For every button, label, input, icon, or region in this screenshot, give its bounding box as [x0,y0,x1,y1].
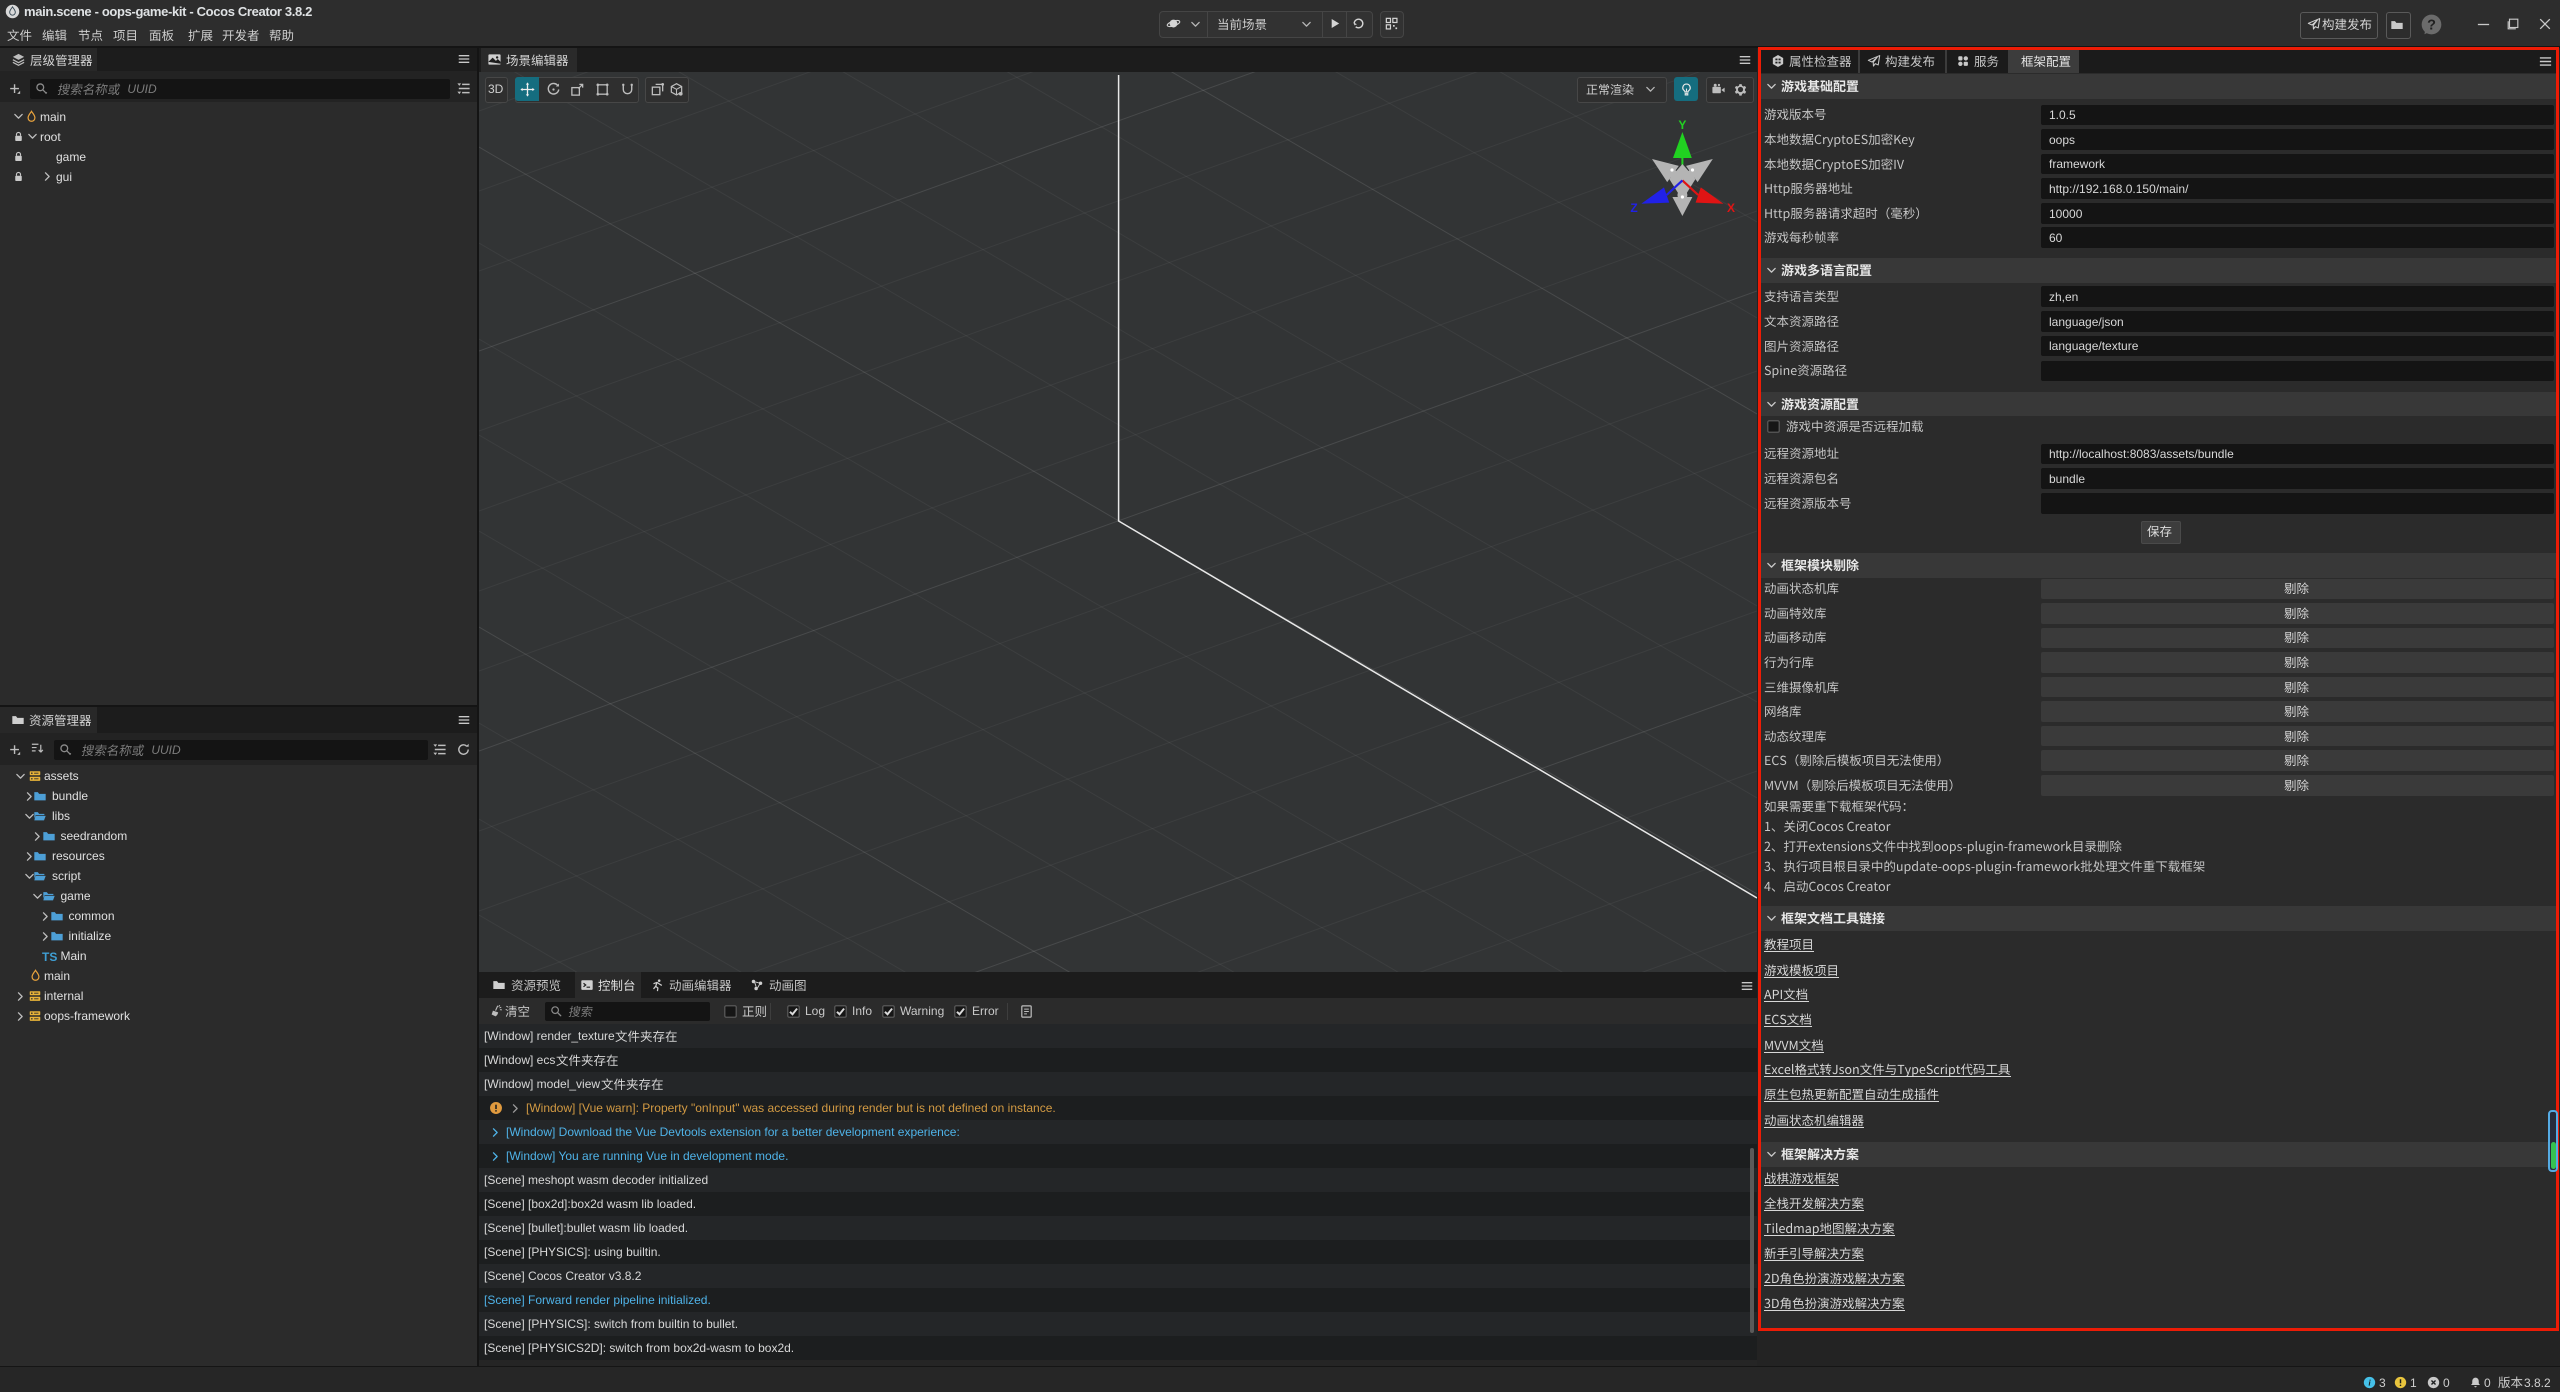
svg-text:Y: Y [1678,118,1686,132]
svg-text:?: ? [2427,17,2436,33]
svg-text:X: X [1727,201,1735,215]
svg-text:Z: Z [1630,201,1637,215]
